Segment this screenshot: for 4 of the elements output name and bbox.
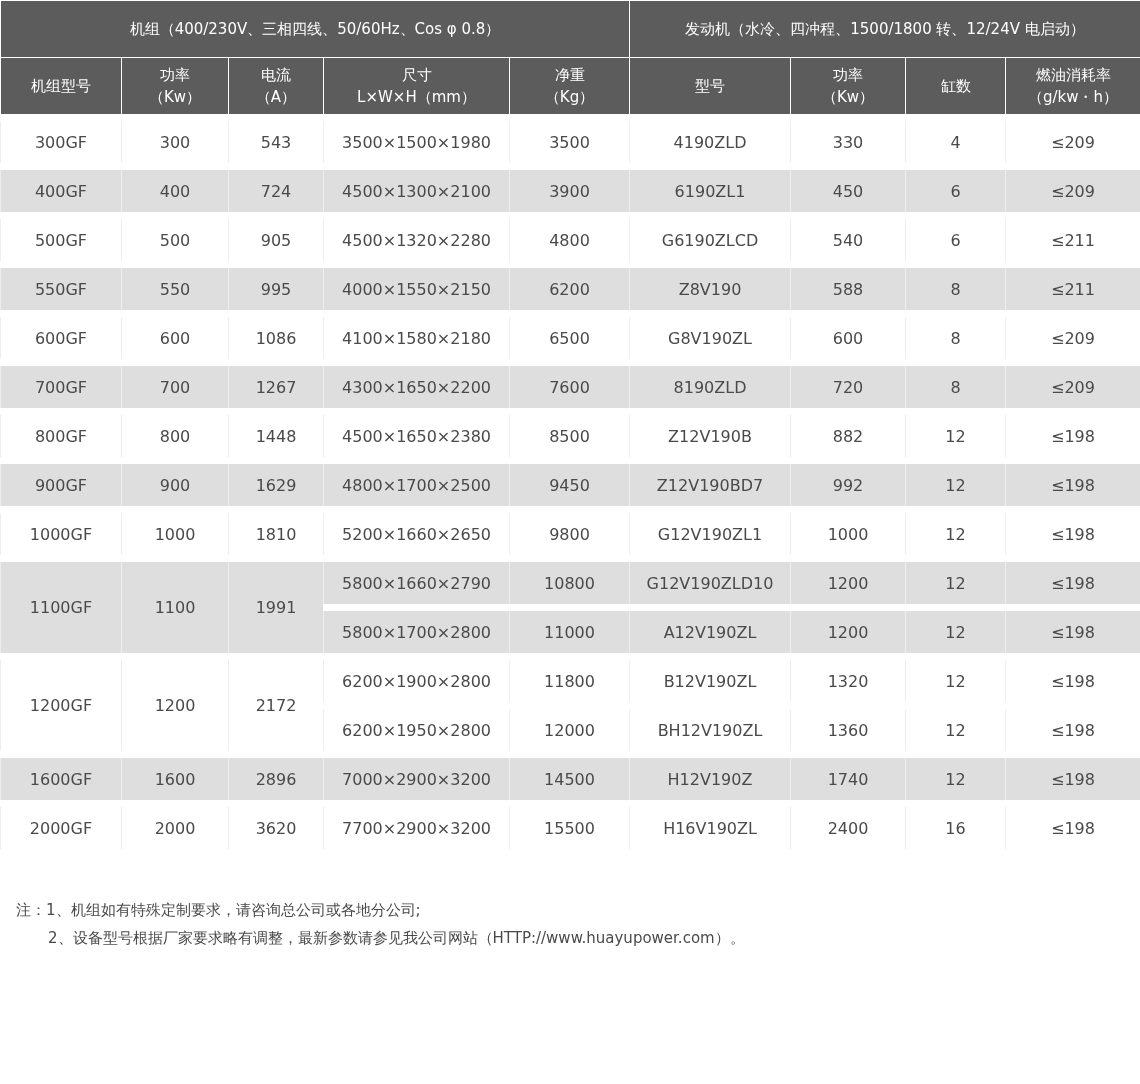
group-header: 机组（400/230V、三相四线、50/60Hz、Cos φ 0.8）	[0, 0, 630, 58]
footnote: 注：1、机组如有特殊定制要求，请咨询总公司或各地分公司;	[16, 900, 422, 921]
footnote: 2、设备型号根据厂家要求略有调整，最新参数请参见我公司网站（HTTP://www.huayupower.com）。	[47, 928, 746, 949]
group-header: 发动机（水冷、四冲程、1500/1800 转、12/24V 电启动）	[629, 0, 1140, 58]
